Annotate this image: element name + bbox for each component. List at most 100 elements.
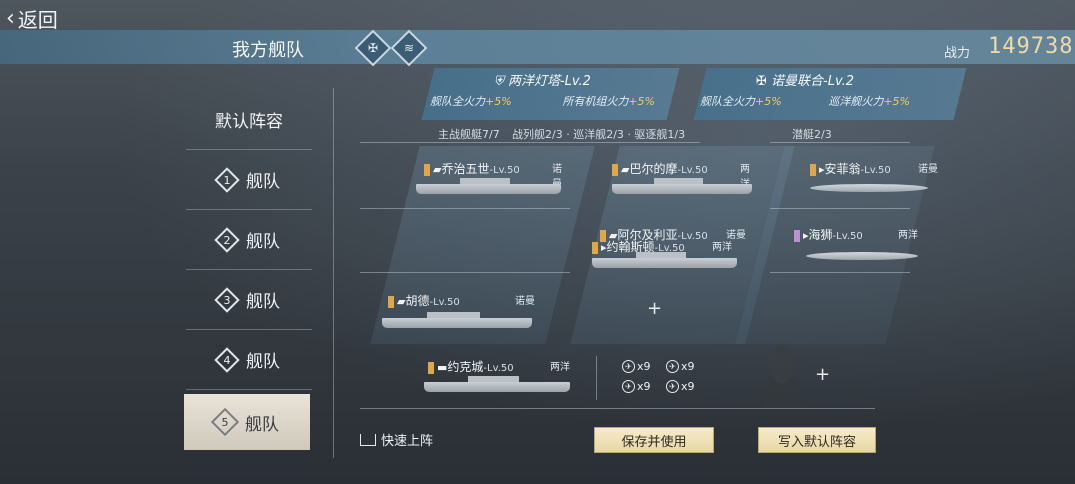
alliance-icon: ✠ [755, 74, 767, 89]
bonus-value: +5% [883, 95, 910, 108]
ship-level: -Lv.50 [483, 363, 514, 374]
submarine-slot[interactable]: ▸安菲翁-Lv.50 诺曼 [810, 160, 940, 192]
write-default-button[interactable]: 写入默认阵容 [758, 427, 876, 453]
ship-image [806, 252, 918, 260]
ship-level: -Lv.50 [489, 165, 520, 176]
aircraft-squad[interactable]: ✈ x9 [666, 360, 695, 373]
carrier-slot[interactable]: ▬约克城-Lv.50 两洋 [424, 358, 578, 392]
ship-name: 安菲翁 [824, 162, 861, 176]
ship-slot[interactable]: ▰胡德-Lv.50 诺曼 [382, 292, 548, 328]
number-badge-icon: 1 [214, 166, 240, 193]
quick-deploy-button[interactable]: 快速上阵 [360, 430, 433, 449]
quick-deploy-icon [360, 433, 376, 446]
submarine-header: 潜艇2/3 [792, 128, 832, 141]
back-label: 返回 [17, 8, 58, 32]
sidebar-item-label: 舰队 [246, 352, 280, 372]
ship-slot[interactable]: ▰乔治五世-Lv.50 诺曼 [416, 160, 569, 194]
torpedo-bomber-icon: ✈ [622, 380, 635, 393]
back-button[interactable]: ‹ 返回 [6, 4, 58, 33]
sidebar-item-fleet-5[interactable]: 5 舰队 [184, 394, 310, 450]
bomber-icon: ✈ [666, 360, 679, 373]
ship-level: -Lv.50 [832, 231, 863, 242]
divider [770, 142, 910, 143]
sidebar-item-label: 舰队 [246, 292, 280, 312]
aircraft-squad[interactable]: ✈ x9 [622, 380, 651, 393]
number-badge-icon: 2 [214, 226, 240, 253]
sidebar-item-label: 舰队 [246, 232, 280, 252]
submarine-slot[interactable]: ▸海狮-Lv.50 两洋 [794, 226, 924, 260]
ship-name: 胡德 [405, 294, 430, 308]
sidebar-item-label: 舰队 [245, 414, 279, 435]
ship-image [416, 178, 561, 194]
ship-image [424, 376, 570, 392]
commander-portrait[interactable] [752, 346, 812, 408]
rarity-tag [388, 296, 394, 308]
number-badge-icon: 4 [214, 346, 240, 373]
aircraft-squad[interactable]: ✈ x9 [622, 360, 651, 373]
divider [596, 356, 597, 400]
ship-level: -Lv.50 [860, 165, 891, 176]
ship-level: -Lv.50 [429, 297, 460, 308]
divider [360, 408, 875, 409]
main-fleet-header: 主战舰艇7/7 [438, 128, 500, 141]
rarity-tag [428, 362, 434, 374]
sidebar-item-fleet-4[interactable]: 4 舰队 [186, 330, 312, 390]
sidebar-item-fleet-1[interactable]: 1 舰队 [186, 150, 312, 210]
bonus-stat: 舰队全火力 [700, 95, 755, 108]
rarity-tag [592, 242, 598, 254]
fleet-sidebar: 默认阵容 1 舰队 2 舰队 3 舰队 4 舰队 [186, 90, 312, 390]
add-ship-icon[interactable]: + [647, 298, 662, 319]
main-fleet-subheader: 战列舰2/3 · 巡洋舰2/3 · 驱逐舰1/3 [512, 128, 686, 141]
sidebar-item-label: 舰队 [246, 172, 280, 192]
number-badge-icon: 5 [210, 407, 240, 437]
page-title: 我方舰队 [232, 40, 304, 61]
chevron-left-icon: ‹ [6, 5, 15, 31]
divider [360, 272, 570, 273]
aircraft-count: x9 [637, 380, 651, 393]
divider [770, 272, 910, 273]
quick-deploy-label: 快速上阵 [381, 434, 434, 449]
rarity-tag [810, 164, 816, 176]
bonus-value: +5% [485, 95, 512, 108]
rarity-tag [794, 230, 800, 242]
divider [360, 142, 700, 143]
bonus-card-1[interactable]: ⛨ 两洋灯塔-Lv.2 舰队全火力+5% 所有机组火力+5% [430, 70, 655, 118]
aircraft-count: x9 [637, 360, 651, 373]
ship-faction: 两洋 [898, 230, 918, 241]
number-badge-icon: 3 [214, 286, 240, 313]
ship-faction: 两洋 [550, 362, 570, 373]
bonus-value: +5% [755, 95, 782, 108]
carrier-icon: ▬ [437, 361, 448, 374]
ship-image [810, 184, 928, 192]
rarity-tag [424, 164, 430, 176]
ship-slot[interactable]: ▰巴尔的摩-Lv.50 两洋 [612, 160, 757, 194]
bonus-card-2[interactable]: ✠ 诺曼联合-Lv.2 舰队全火力+5% 巡洋舰火力+5% [700, 70, 910, 118]
aircraft-count: x9 [681, 380, 695, 393]
aircraft-squad[interactable]: ✈ x9 [666, 380, 695, 393]
save-and-use-button[interactable]: 保存并使用 [594, 427, 714, 453]
power-value: 149738 [988, 34, 1074, 59]
bonus-value: +5% [628, 95, 655, 108]
ship-faction: 诺曼 [918, 164, 938, 175]
bonus-stat: 舰队全火力 [430, 95, 485, 108]
sidebar-item-fleet-2[interactable]: 2 舰队 [186, 210, 312, 270]
sidebar-item-fleet-3[interactable]: 3 舰队 [186, 270, 312, 330]
aircraft-count: x9 [681, 360, 695, 373]
bonus-stat: 巡洋舰火力 [828, 95, 884, 108]
ship-image [592, 252, 737, 268]
fighter-icon: ✈ [622, 360, 635, 373]
bonus-title: 诺曼联合-Lv.2 [771, 74, 855, 89]
ship-faction: 两洋 [712, 242, 732, 253]
sidebar-item-default[interactable]: 默认阵容 [186, 90, 312, 150]
ship-image [382, 312, 532, 328]
sidebar-item-label: 默认阵容 [215, 112, 283, 132]
ship-slot[interactable]: ▸约翰斯顿-Lv.50 两洋 [592, 238, 742, 268]
ship-faction: 诺曼 [515, 296, 535, 307]
bonus-title: 两洋灯塔-Lv.2 [507, 74, 591, 89]
add-commander-icon[interactable]: + [815, 364, 830, 385]
ship-name: 乔治五世 [441, 162, 490, 176]
ship-name: 约克城 [447, 360, 484, 374]
divider [770, 208, 910, 209]
divider [333, 88, 334, 458]
power-label: 战力 [944, 46, 971, 61]
